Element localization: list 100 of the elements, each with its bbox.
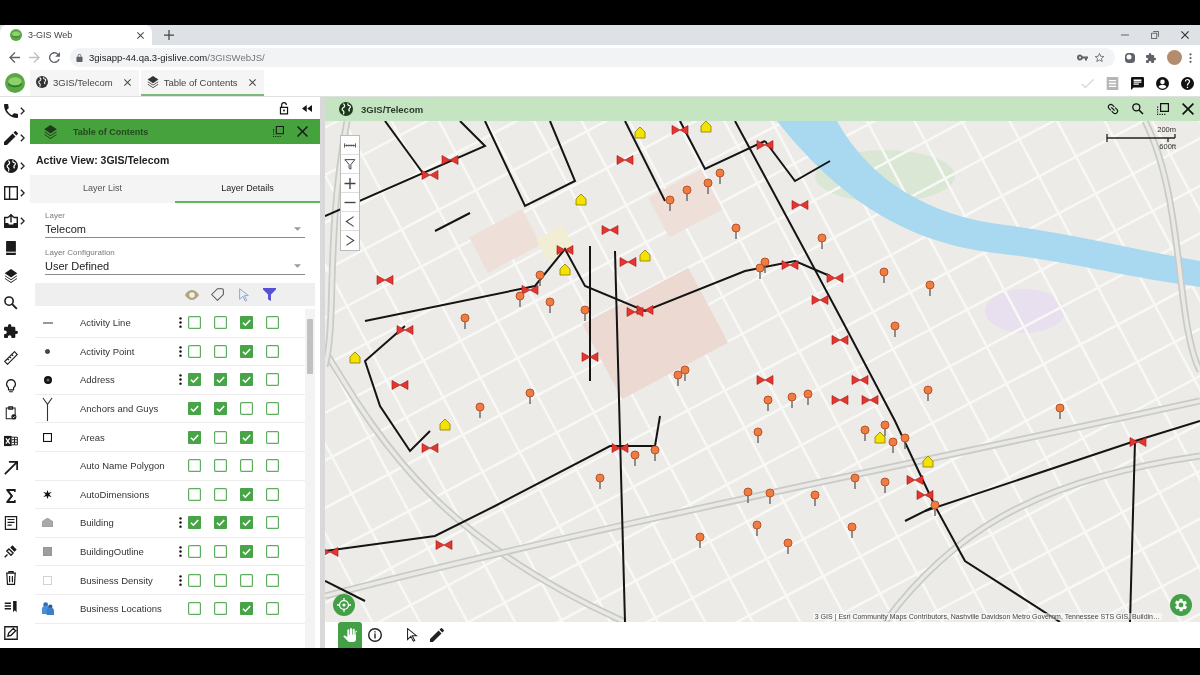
tab[interactable]: 3GIS/Telecom [30, 70, 139, 96]
more-options-icon[interactable] [178, 317, 182, 329]
tab[interactable]: Table of Contents [140, 70, 264, 96]
checkbox[interactable] [213, 459, 227, 473]
checkbox[interactable] [265, 573, 279, 587]
checkbox[interactable] [239, 487, 253, 501]
checkbox[interactable] [187, 602, 201, 616]
browser-tab[interactable]: 3-GIS Web [0, 25, 152, 45]
checkbox[interactable] [265, 402, 279, 416]
extension-icon[interactable] [1125, 52, 1135, 63]
checkbox[interactable] [265, 430, 279, 444]
tray-upload-icon [4, 213, 18, 228]
close-icon[interactable] [137, 31, 144, 39]
puzzle-icon[interactable] [1146, 52, 1156, 63]
close-icon[interactable] [248, 78, 256, 86]
y-shape-icon [42, 396, 53, 421]
checkbox[interactable] [187, 344, 201, 358]
checkbox[interactable] [265, 344, 279, 358]
collapse-button[interactable] [302, 104, 312, 112]
layers-icon [43, 124, 58, 139]
spreadsheet-icon [4, 433, 18, 448]
lock-button[interactable] [279, 101, 289, 115]
checkbox[interactable] [265, 459, 279, 473]
layer-name: Auto Name Polygon [80, 460, 166, 472]
close-icon[interactable] [123, 78, 131, 86]
checkbox[interactable] [213, 430, 227, 444]
checkbox[interactable] [187, 516, 201, 530]
panel-title: Table of Contents [73, 126, 150, 137]
new-tab-icon[interactable] [164, 30, 174, 40]
check-icon [1081, 76, 1094, 90]
checkbox[interactable] [265, 487, 279, 501]
checkbox[interactable] [265, 516, 279, 530]
globe-icon [339, 102, 353, 116]
checkbox[interactable] [239, 344, 253, 358]
checkbox[interactable] [213, 516, 227, 530]
field-value: User Defined [45, 260, 111, 272]
minimize-icon [1121, 31, 1129, 39]
scrollbar[interactable] [305, 309, 315, 648]
checkbox[interactable] [187, 373, 201, 387]
checkbox[interactable] [213, 487, 227, 501]
logo-icon [5, 73, 25, 93]
checkbox[interactable] [265, 373, 279, 387]
checkbox[interactable] [239, 545, 253, 559]
link-icon [1106, 103, 1119, 115]
avatar-icon[interactable] [1167, 50, 1182, 65]
checkbox[interactable] [213, 573, 227, 587]
checkbox[interactable] [239, 402, 253, 416]
layer-name: BuildingOutline [80, 546, 145, 558]
restore-icon [1151, 31, 1159, 39]
checkbox[interactable] [187, 573, 201, 587]
key-icon[interactable] [1077, 53, 1088, 62]
checkbox[interactable] [265, 545, 279, 559]
checkbox[interactable] [239, 602, 253, 616]
more-options-icon[interactable] [178, 517, 182, 529]
checkbox[interactable] [187, 430, 201, 444]
chevron-right-icon [344, 235, 356, 246]
checkbox[interactable] [187, 316, 201, 330]
close-icon [296, 126, 308, 137]
checkbox[interactable] [213, 545, 227, 559]
document-icon [4, 516, 18, 531]
globe-icon [4, 158, 18, 173]
checkbox[interactable] [265, 602, 279, 616]
checkbox[interactable] [213, 373, 227, 387]
checkbox[interactable] [187, 459, 201, 473]
more-options-icon[interactable] [178, 574, 182, 586]
asterisk-icon [43, 489, 52, 499]
checkbox[interactable] [239, 316, 253, 330]
layers-icon [4, 268, 18, 283]
layer-name: AutoDimensions [80, 488, 151, 500]
checkbox[interactable] [213, 344, 227, 358]
dropdown-field[interactable]: Layer Configuration User Defined [45, 248, 305, 275]
star-icon[interactable] [1094, 53, 1105, 62]
checkbox[interactable] [239, 516, 253, 530]
checkbox[interactable] [213, 602, 227, 616]
more-options-icon[interactable] [178, 546, 182, 558]
address-bar[interactable]: 3gisapp-44.qa.3-gislive.com/3GISWebJS/ [70, 48, 1115, 67]
checkbox[interactable] [213, 316, 227, 330]
lightbulb-icon [4, 378, 18, 393]
checkbox[interactable] [187, 487, 201, 501]
checkbox[interactable] [239, 373, 253, 387]
checkbox[interactable] [187, 402, 201, 416]
checkbox[interactable] [265, 316, 279, 330]
checkbox[interactable] [187, 545, 201, 559]
circle-icon [43, 376, 52, 384]
checkbox[interactable] [239, 459, 253, 473]
more-options-icon[interactable] [178, 345, 182, 357]
checkbox[interactable] [239, 430, 253, 444]
close-icon [1181, 31, 1189, 39]
puzzle-icon [4, 323, 18, 338]
dropdown-field[interactable]: Layer Telecom [45, 211, 305, 238]
layer-name: Business Locations [80, 603, 163, 615]
list-bookmark-icon [4, 598, 18, 613]
checkbox[interactable] [239, 573, 253, 587]
padlock-icon [76, 53, 83, 62]
menu-icon[interactable] [1189, 52, 1192, 63]
checkbox[interactable] [213, 402, 227, 416]
tag-icon [211, 288, 224, 301]
account-icon [1156, 76, 1169, 90]
tab[interactable]: Layer List [30, 175, 175, 203]
more-options-icon[interactable] [178, 374, 182, 386]
